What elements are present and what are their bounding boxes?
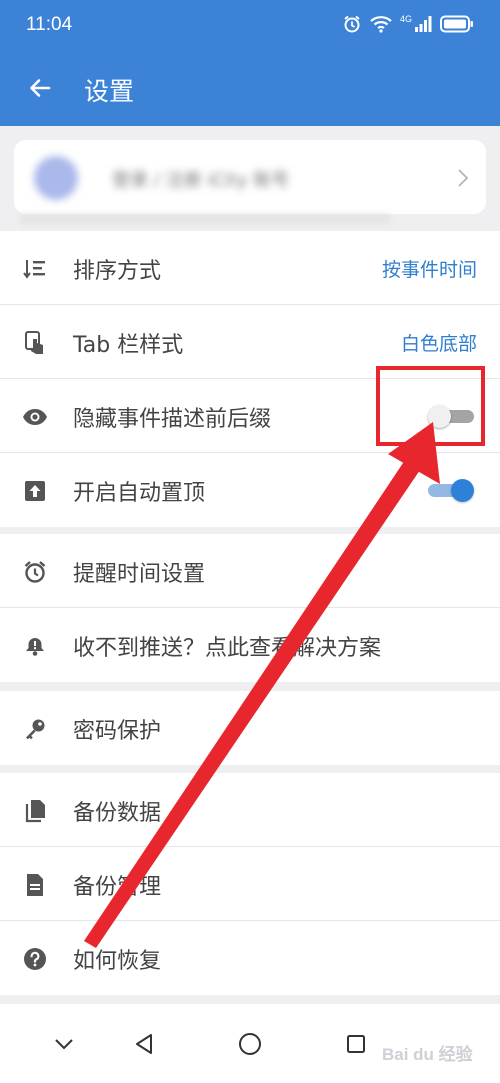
card-shadow [20,214,390,224]
page-title: 设置 [84,77,135,106]
setting-label: 提醒时间设置 [73,562,206,587]
setting-label: 密码保护 [73,719,162,744]
setting-row-how-to-restore[interactable]: 如何恢复 [0,921,500,995]
setting-label: 排序方式 [73,259,162,284]
nav-collapse-button[interactable] [44,1024,84,1064]
setting-row-push-help[interactable]: 收不到推送？点此查看解决方案 [0,608,500,682]
setting-row-backup-management[interactable]: 备份管理 [0,847,500,921]
toggle-knob [451,479,474,502]
circle-home-icon [239,1033,261,1055]
chevron-down-icon [55,1039,73,1050]
alarm-clock-icon [22,559,48,585]
copy-icon [22,798,48,824]
account-card[interactable]: 登录 / 注册 iCity 账号 [14,140,486,214]
chevron-right-icon [458,169,469,187]
setting-label: 备份数据 [73,801,162,826]
setting-value: 白色底部 [400,333,477,355]
setting-label: 收不到推送？点此查看解决方案 [73,636,382,661]
alarm-icon [344,15,360,33]
triangle-back-icon [136,1034,152,1054]
annotation-highlight-box [376,366,485,446]
watermark: Bai du 经验 [382,1045,473,1064]
nav-back-button[interactable] [124,1024,164,1064]
status-icons: 4G [342,12,474,36]
setting-label: 备份管理 [73,875,162,900]
account-name: 登录 / 注册 iCity 账号 [112,170,290,191]
bell-alert-icon [22,633,48,659]
status-time: 11:04 [26,14,73,35]
wifi-icon [370,16,392,33]
document-icon [22,872,48,898]
setting-row-reminder-time[interactable]: 提醒时间设置 [0,534,500,608]
battery-icon [440,15,473,33]
network-type-label: 4G [399,14,412,24]
key-icon [22,716,48,742]
auto-pin-toggle[interactable] [428,479,474,502]
arrow-left-icon [30,79,51,97]
nav-home-button[interactable] [230,1024,270,1064]
setting-label: Tab 栏样式 [73,333,184,358]
setting-row-backup-data[interactable]: 备份数据 [0,773,500,847]
setting-row-password-protection[interactable]: 密码保护 [0,691,500,765]
square-recents-icon [347,1035,365,1053]
setting-row-sort-order[interactable]: 排序方式 按事件时间 [0,231,500,305]
app-bar: 11:04 4G 设置 [0,0,500,126]
setting-row-auto-pin-top[interactable]: 开启自动置顶 [0,453,500,527]
eye-icon [22,404,48,430]
settings-group-notifications: 提醒时间设置 收不到推送？点此查看解决方案 [0,534,500,682]
nav-recents-button[interactable] [336,1024,376,1064]
settings-group-backup: 备份数据 备份管理 如何恢复 [0,773,500,995]
settings-group-security: 密码保护 [0,691,500,765]
signal-icon [415,16,432,32]
setting-label: 开启自动置顶 [73,481,206,506]
upload-top-icon [22,478,48,504]
sort-icon [22,256,48,282]
setting-value: 按事件时间 [381,259,477,281]
back-button[interactable] [20,68,60,108]
avatar [34,156,78,200]
setting-label: 隐藏事件描述前后缀 [73,407,272,432]
setting-label: 如何恢复 [73,949,162,974]
tap-icon [22,330,48,356]
status-bar: 11:04 4G [0,0,500,48]
help-icon [22,946,48,972]
